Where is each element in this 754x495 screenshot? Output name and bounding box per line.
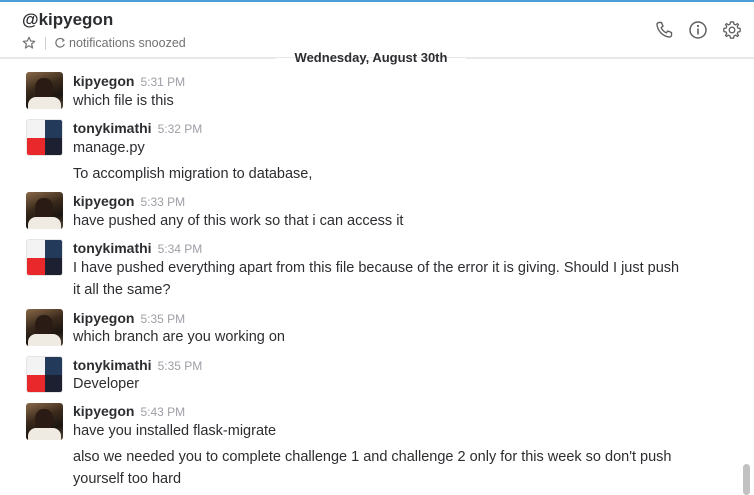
meta-divider	[45, 36, 46, 50]
avatar[interactable]	[26, 403, 63, 440]
message-sender: kipyegon 5:43 PM	[73, 403, 185, 419]
avatar[interactable]	[26, 119, 63, 156]
snooze-icon	[54, 37, 66, 49]
message-sender: tonykimathi 5:34 PM	[73, 240, 202, 256]
avatar[interactable]	[26, 239, 63, 276]
avatar[interactable]	[26, 356, 63, 393]
sender-name[interactable]: kipyegon	[73, 73, 134, 89]
sender-name[interactable]: tonykimathi	[73, 120, 152, 136]
channel-title[interactable]: @kipyegon	[22, 10, 113, 30]
header-actions	[654, 20, 742, 40]
gear-icon[interactable]	[722, 20, 742, 40]
message-sender: kipyegon 5:33 PM	[73, 193, 185, 209]
message-text: which branch are you working on	[73, 329, 285, 345]
message-text: also we needed you to complete challenge…	[73, 449, 672, 465]
avatar[interactable]	[26, 309, 63, 346]
divider-line	[466, 58, 754, 59]
avatar[interactable]	[26, 192, 63, 229]
message-text: manage.py	[73, 140, 145, 156]
avatar[interactable]	[26, 72, 63, 109]
message-sender: tonykimathi 5:35 PM	[73, 357, 202, 373]
message-text: To accomplish migration to database,	[73, 166, 313, 182]
message-timestamp[interactable]: 5:31 PM	[140, 75, 185, 89]
message-text: I have pushed everything apart from this…	[73, 260, 680, 276]
sender-name[interactable]: kipyegon	[73, 403, 134, 419]
scrollbar-thumb[interactable]	[743, 464, 750, 495]
message-text: have you installed flask-migrate	[73, 423, 277, 439]
sender-name[interactable]: tonykimathi	[73, 357, 152, 373]
message-text: which file is this	[73, 93, 174, 109]
message-timestamp[interactable]: 5:32 PM	[158, 122, 203, 136]
sender-name[interactable]: tonykimathi	[73, 240, 152, 256]
notification-status[interactable]: notifications snoozed	[69, 36, 186, 50]
phone-icon[interactable]	[654, 20, 674, 40]
message-text: Developer	[73, 376, 140, 392]
message-sender: kipyegon 5:31 PM	[73, 73, 185, 89]
message-timestamp[interactable]: 5:34 PM	[158, 242, 203, 256]
message-sender: kipyegon 5:35 PM	[73, 310, 185, 326]
message-timestamp[interactable]: 5:35 PM	[158, 359, 203, 373]
star-icon[interactable]	[22, 36, 36, 50]
message-timestamp[interactable]: 5:43 PM	[140, 405, 185, 419]
sender-name[interactable]: kipyegon	[73, 193, 134, 209]
message-text: it all the same?	[73, 282, 171, 298]
message-timestamp[interactable]: 5:35 PM	[140, 312, 185, 326]
sender-name[interactable]: kipyegon	[73, 310, 134, 326]
message-text: have pushed any of this work so that i c…	[73, 213, 404, 229]
channel-meta: notifications snoozed	[22, 36, 186, 50]
message-timestamp[interactable]: 5:33 PM	[140, 195, 185, 209]
divider-line	[0, 58, 276, 59]
date-label[interactable]: Wednesday, August 30th	[276, 50, 466, 65]
message-text: yourself too hard	[73, 471, 182, 487]
info-icon[interactable]	[688, 20, 708, 40]
message-sender: tonykimathi 5:32 PM	[73, 120, 202, 136]
